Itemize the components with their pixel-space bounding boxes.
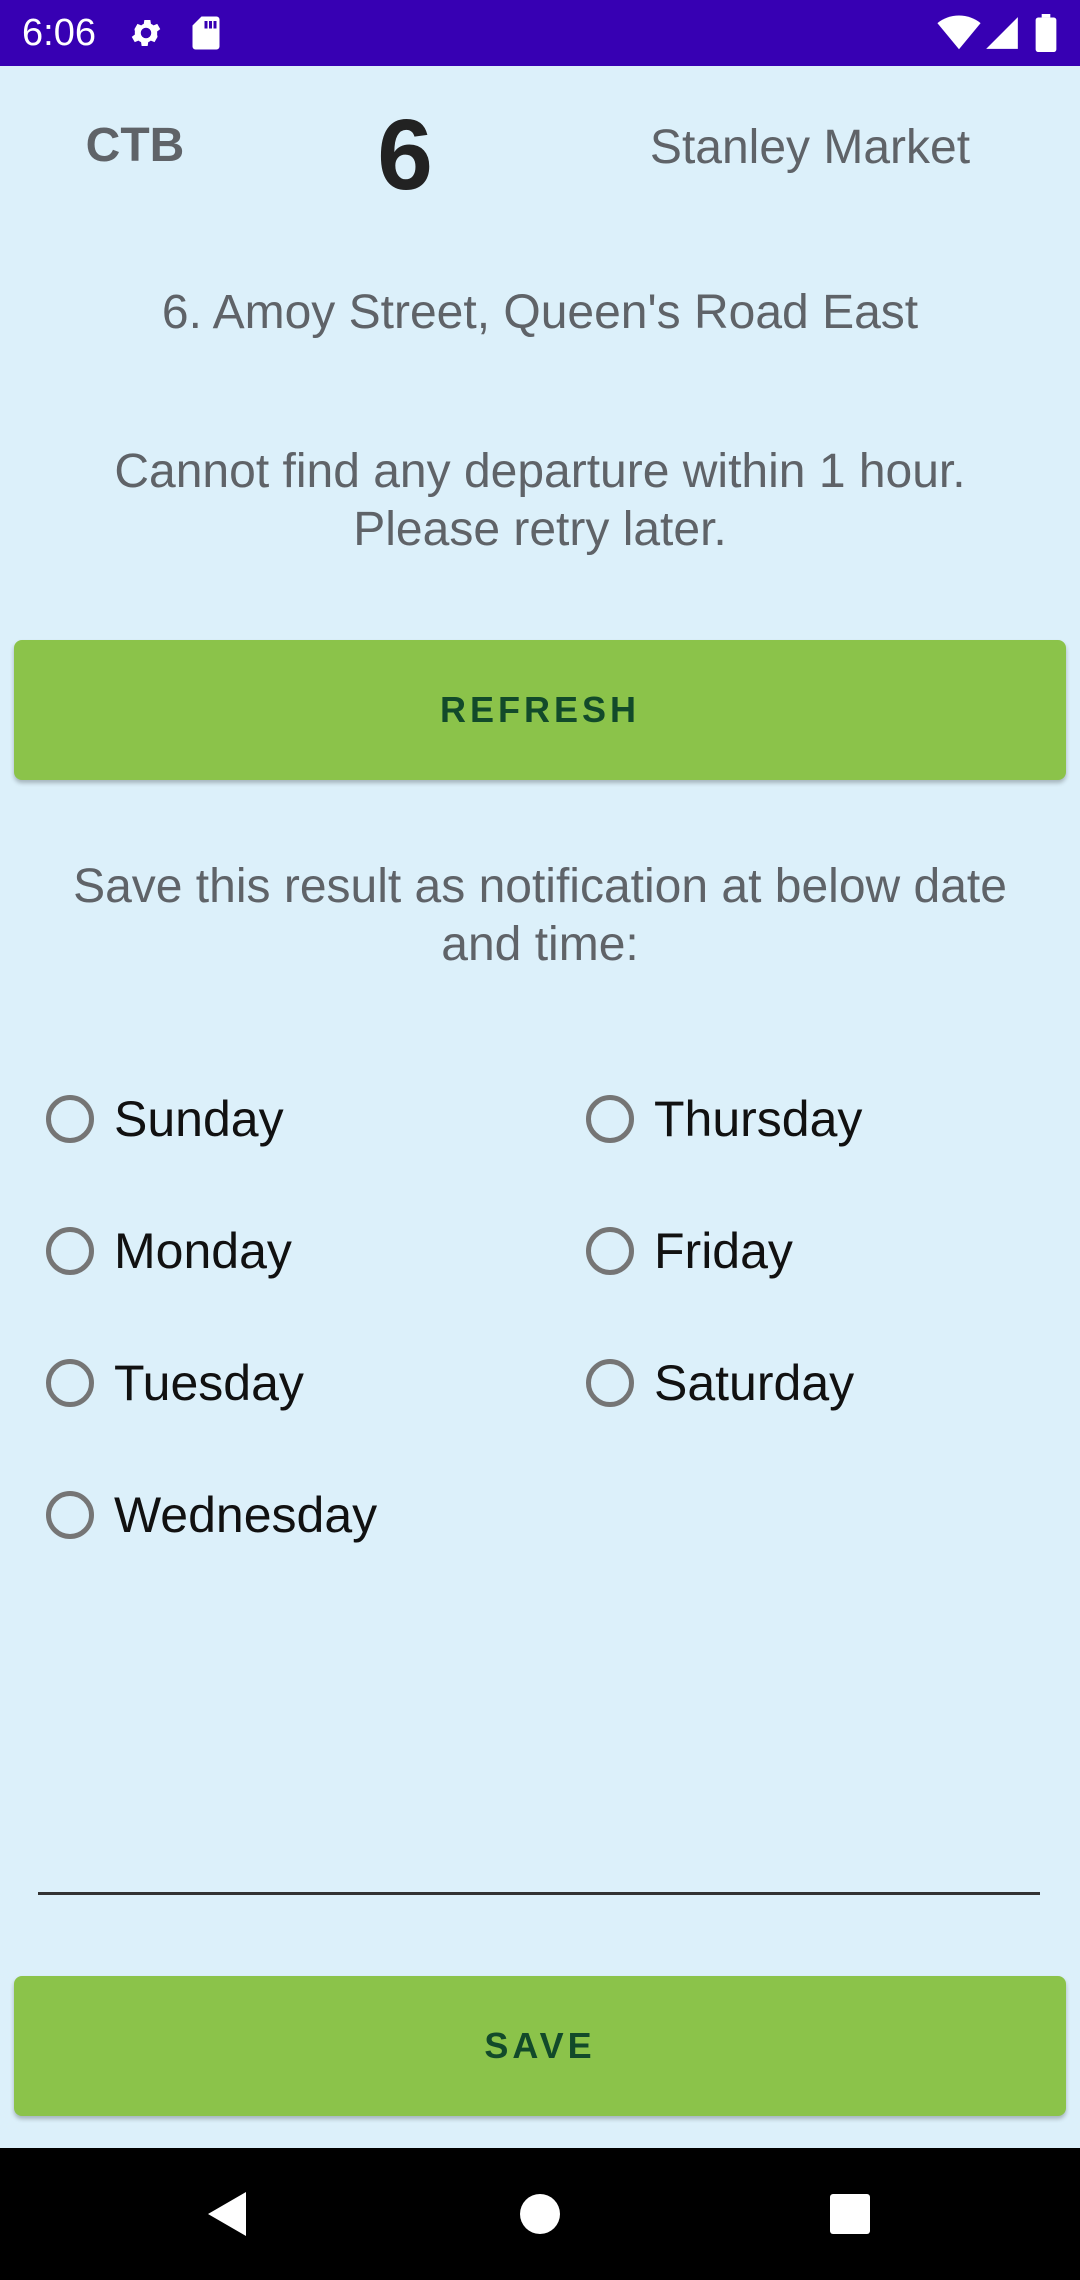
back-icon[interactable] [166,2148,286,2280]
stop-name: 6. Amoy Street, Queen's Road East [161,286,919,339]
navigation-bar [0,2148,1080,2280]
cellular-signal-icon [980,0,1024,66]
day-option-wednesday[interactable]: Wednesday [44,1475,377,1555]
day-option-sunday[interactable]: Sunday [44,1079,284,1159]
time-input-field[interactable] [38,1892,1040,1895]
save-prompt: Save this result as notification at belo… [73,860,1007,971]
day-label: Tuesday [114,1355,304,1411]
save-button[interactable]: SAVE [14,1976,1066,2116]
day-label: Saturday [654,1355,855,1411]
battery-icon [1030,0,1062,66]
operator-label: CTB [85,119,185,172]
day-option-saturday[interactable]: Saturday [584,1343,854,1423]
day-label: Friday [654,1223,793,1279]
day-option-thursday[interactable]: Thursday [584,1079,862,1159]
route-number: 6 [377,99,433,211]
day-label: Wednesday [114,1487,378,1543]
day-option-friday[interactable]: Friday [584,1211,793,1291]
radio-circle[interactable] [46,1359,94,1407]
recents-icon[interactable] [790,2148,910,2280]
status-time: 6:06 [22,12,96,54]
status-bar: 6:06 [0,0,1080,66]
day-label: Monday [114,1223,292,1279]
refresh-button[interactable]: REFRESH [14,640,1066,780]
wifi-icon [934,0,984,66]
radio-circle[interactable] [586,1227,634,1275]
radio-circle[interactable] [46,1095,94,1143]
radio-circle[interactable] [586,1095,634,1143]
radio-circle[interactable] [46,1491,94,1539]
radio-circle[interactable] [46,1227,94,1275]
sd-card-icon [188,0,224,66]
day-option-tuesday[interactable]: Tuesday [44,1343,304,1423]
departure-message: Cannot find any departure within 1 hour.… [114,445,966,556]
radio-circle[interactable] [586,1359,634,1407]
day-option-monday[interactable]: Monday [44,1211,292,1291]
day-label: Sunday [114,1091,284,1147]
day-label: Thursday [654,1091,863,1147]
gear-icon [126,0,166,66]
destination-label: Stanley Market [649,121,971,174]
home-icon[interactable] [480,2148,600,2280]
